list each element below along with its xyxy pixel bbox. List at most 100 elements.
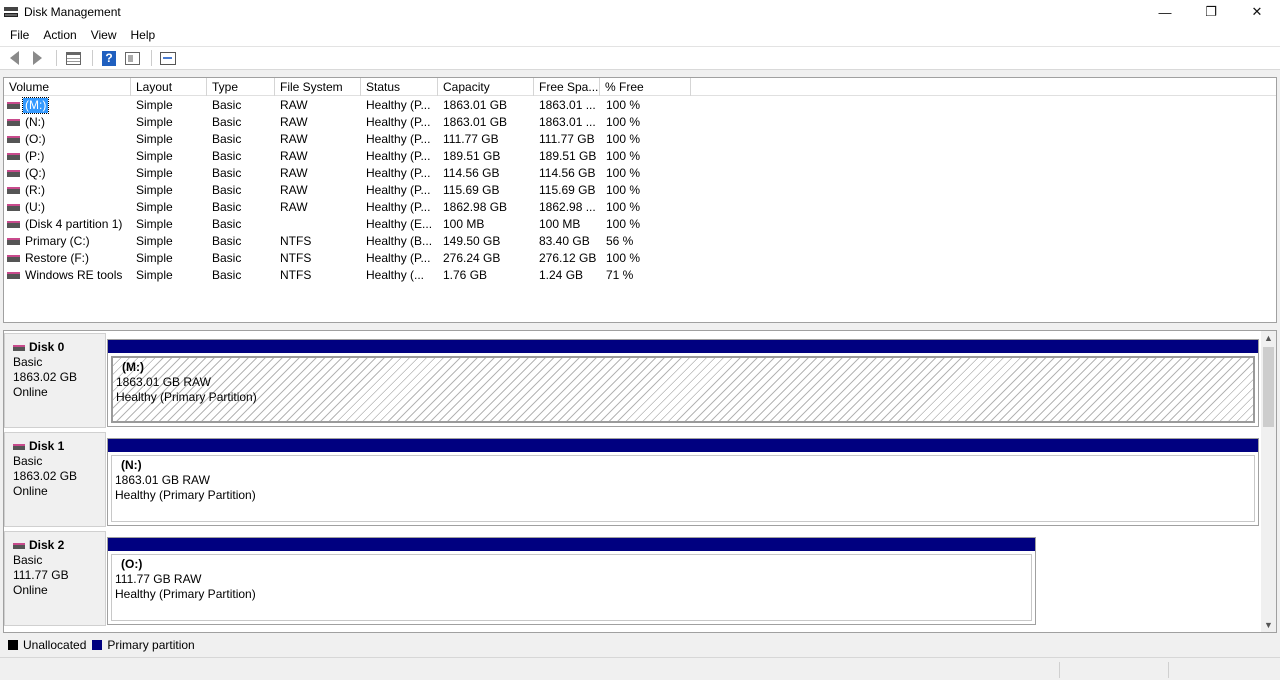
properties-icon <box>124 51 140 65</box>
properties-button[interactable] <box>122 49 142 67</box>
cell-status: Healthy (P... <box>366 132 431 146</box>
table-row[interactable]: (Disk 4 partition 1) Simple Basic Healthy (… <box>4 216 1276 233</box>
primary-partition-bar <box>108 439 1258 452</box>
volume-icon <box>7 255 20 262</box>
cell-file-system: NTFS <box>280 251 312 265</box>
partition-name: (M:) <box>122 360 144 374</box>
back-arrow-icon <box>9 51 19 65</box>
forward-button[interactable] <box>27 49 47 67</box>
column-status[interactable]: Status <box>361 78 438 96</box>
cell-percent-free: 71 % <box>606 268 634 282</box>
show-hide-tree-button[interactable] <box>63 49 83 67</box>
console-view-button[interactable] <box>158 49 178 67</box>
partition-body-selected: (M:) 1863.01 GB RAW Healthy (Primary Par… <box>111 356 1255 423</box>
restore-button[interactable]: ❐ <box>1188 0 1234 24</box>
menu-file[interactable]: File <box>3 25 36 45</box>
cell-file-system: RAW <box>280 98 308 112</box>
volume-icon <box>7 153 20 160</box>
disk-name: Disk 2 <box>29 538 65 552</box>
cell-volume: (Q:) <box>25 166 46 180</box>
volume-icon <box>7 204 20 211</box>
disk-label[interactable]: Disk 0 Basic 1863.02 GB Online <box>4 333 106 428</box>
cell-free-space: 189.51 GB <box>539 149 597 163</box>
disk-type: Basic <box>13 454 43 468</box>
table-row[interactable]: Restore (F:) Simple Basic NTFS Healthy (P...… <box>4 250 1276 267</box>
cell-percent-free: 100 % <box>606 183 641 197</box>
cell-percent-free: 100 % <box>606 115 641 129</box>
cell-percent-free: 100 % <box>606 217 641 231</box>
table-row[interactable]: (R:) Simple Basic RAW Healthy (P... 115.69 GB… <box>4 182 1276 199</box>
console-view-icon <box>160 51 176 65</box>
cell-percent-free: 100 % <box>606 200 641 214</box>
column-free-space[interactable]: Free Spa... <box>534 78 600 96</box>
minimize-button[interactable]: — <box>1142 0 1188 24</box>
cell-free-space: 114.56 GB <box>539 166 596 180</box>
cell-capacity: 1863.01 GB <box>443 115 508 129</box>
table-row[interactable]: (P:) Simple Basic RAW Healthy (P... 189.51 GB… <box>4 148 1276 165</box>
window-title: Disk Management <box>24 5 121 19</box>
column-file-system[interactable]: File System <box>275 78 361 96</box>
disk-size: 111.77 GB <box>13 568 69 582</box>
table-row[interactable]: Primary (C:) Simple Basic NTFS Healthy (B...… <box>4 233 1276 250</box>
partition-block[interactable]: (M:) 1863.01 GB RAW Healthy (Primary Par… <box>107 339 1259 427</box>
scroll-up-icon[interactable]: ▲ <box>1261 331 1276 345</box>
cell-layout: Simple <box>136 166 173 180</box>
pane-splitter[interactable] <box>0 323 1280 330</box>
partition-block[interactable]: (O:) 111.77 GB RAW Healthy (Primary Part… <box>107 537 1036 625</box>
cell-volume: (Disk 4 partition 1) <box>25 217 123 231</box>
cell-type: Basic <box>212 166 242 180</box>
column-type[interactable]: Type <box>207 78 275 96</box>
volume-icon <box>7 136 20 143</box>
back-button[interactable] <box>4 49 24 67</box>
table-row[interactable]: (O:) Simple Basic RAW Healthy (P... 111.77 GB… <box>4 131 1276 148</box>
partition-size: 111.77 GB RAW <box>115 572 202 586</box>
cell-capacity: 189.51 GB <box>443 149 501 163</box>
table-row[interactable]: (Q:) Simple Basic RAW Healthy (P... 114.56 GB… <box>4 165 1276 182</box>
cell-percent-free: 100 % <box>606 166 641 180</box>
column-capacity[interactable]: Capacity <box>438 78 534 96</box>
cell-status: Healthy (P... <box>366 115 431 129</box>
cell-volume: Windows RE tools <box>25 268 123 282</box>
primary-partition-swatch <box>92 639 103 650</box>
column-layout[interactable]: Layout <box>131 78 207 96</box>
partition-block[interactable]: (N:) 1863.01 GB RAW Healthy (Primary Par… <box>107 438 1259 526</box>
volume-icon <box>7 272 20 279</box>
column-volume[interactable]: Volume <box>4 78 131 96</box>
cell-layout: Simple <box>136 200 173 214</box>
cell-layout: Simple <box>136 183 173 197</box>
table-row[interactable]: (U:) Simple Basic RAW Healthy (P... 1862.98 G… <box>4 199 1276 216</box>
toolbar: ? <box>0 46 1280 70</box>
menu-view[interactable]: View <box>84 25 124 45</box>
cell-type: Basic <box>212 217 242 231</box>
cell-capacity: 111.77 GB <box>443 132 499 146</box>
scroll-down-icon[interactable]: ▼ <box>1261 618 1276 632</box>
menu-help[interactable]: Help <box>124 25 163 45</box>
primary-partition-bar <box>108 340 1258 353</box>
help-button[interactable]: ? <box>99 49 119 67</box>
cell-capacity: 149.50 GB <box>443 234 501 248</box>
disk-label[interactable]: Disk 2 Basic 111.77 GB Online <box>4 531 106 626</box>
cell-free-space: 1863.01 ... <box>539 115 596 129</box>
scroll-thumb[interactable] <box>1263 347 1274 427</box>
menu-action[interactable]: Action <box>36 25 83 45</box>
cell-type: Basic <box>212 251 242 265</box>
disk-icon <box>13 542 25 549</box>
legend-item: Primary partition <box>92 638 195 652</box>
disk-type: Basic <box>13 553 43 567</box>
cell-volume: (P:) <box>25 149 45 163</box>
unallocated-swatch <box>8 639 18 650</box>
disk-name: Disk 1 <box>29 439 65 453</box>
table-row[interactable]: (N:) Simple Basic RAW Healthy (P... 1863.01 G… <box>4 114 1276 131</box>
column-percent-free[interactable]: % Free <box>600 78 691 96</box>
disk-label[interactable]: Disk 1 Basic 1863.02 GB Online <box>4 432 106 527</box>
cell-status: Healthy (P... <box>366 200 431 214</box>
cell-free-space: 1862.98 ... <box>539 200 596 214</box>
cell-capacity: 1862.98 GB <box>443 200 508 214</box>
table-row[interactable]: (M:) Simple Basic RAW Healthy (P... 1863.01 G… <box>4 97 1276 114</box>
toolbar-separator <box>56 50 57 66</box>
cell-file-system: NTFS <box>280 234 312 248</box>
disk-view-scrollbar[interactable]: ▲ ▼ <box>1261 331 1276 632</box>
volume-list[interactable]: Volume Layout Type File System Status Ca… <box>3 77 1277 323</box>
close-button[interactable]: ✕ <box>1234 0 1280 24</box>
table-row[interactable]: Windows RE tools Simple Basic NTFS Healthy (… <box>4 267 1276 284</box>
